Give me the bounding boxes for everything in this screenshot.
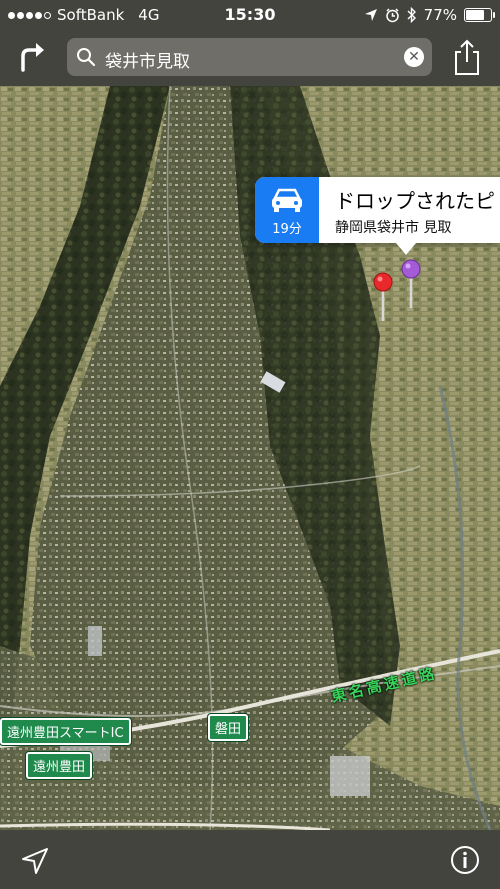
callout-subtitle: 静岡県袋井市 見取 (335, 220, 452, 236)
enshu-toyoda-sign: 遠州豊田 (26, 752, 93, 779)
purple-pin[interactable] (400, 258, 422, 310)
bottom-bar (0, 830, 500, 889)
search-icon (77, 48, 96, 67)
alarm-icon (385, 7, 399, 22)
share-icon[interactable] (452, 38, 482, 76)
battery-fill (466, 10, 485, 20)
battery-icon (464, 8, 495, 22)
clear-icon[interactable]: ✕ (404, 47, 424, 67)
pin-callout[interactable]: 19分 ドロップされたピ 静岡県袋井市 見取 (255, 177, 500, 243)
callout-tail (396, 243, 416, 255)
top-bar: 袋井市見取 ✕ (0, 30, 500, 86)
search-query[interactable]: 袋井市見取 (105, 47, 190, 72)
info-icon[interactable] (450, 845, 480, 875)
turn-right-arrow-icon[interactable] (14, 38, 50, 74)
callout-title: ドロップされたピ (335, 189, 495, 213)
status-right: 77% (364, 6, 495, 24)
red-pin[interactable] (372, 271, 394, 323)
status-bar: SoftBank 4G 15:30 77% (0, 0, 500, 30)
battery-percent: 77% (423, 6, 457, 24)
search-field[interactable]: 袋井市見取 ✕ (67, 38, 432, 76)
bluetooth-icon (407, 7, 416, 23)
smart-ic-sign: 遠州豊田スマートIC (0, 718, 131, 745)
travel-time: 19分 (272, 222, 302, 237)
directions-button[interactable]: 19分 (255, 177, 319, 243)
location-arrow-icon (364, 9, 377, 21)
car-icon (272, 188, 302, 212)
location-arrow-icon[interactable] (20, 846, 50, 876)
iwata-sign: 磐田 (208, 714, 249, 741)
